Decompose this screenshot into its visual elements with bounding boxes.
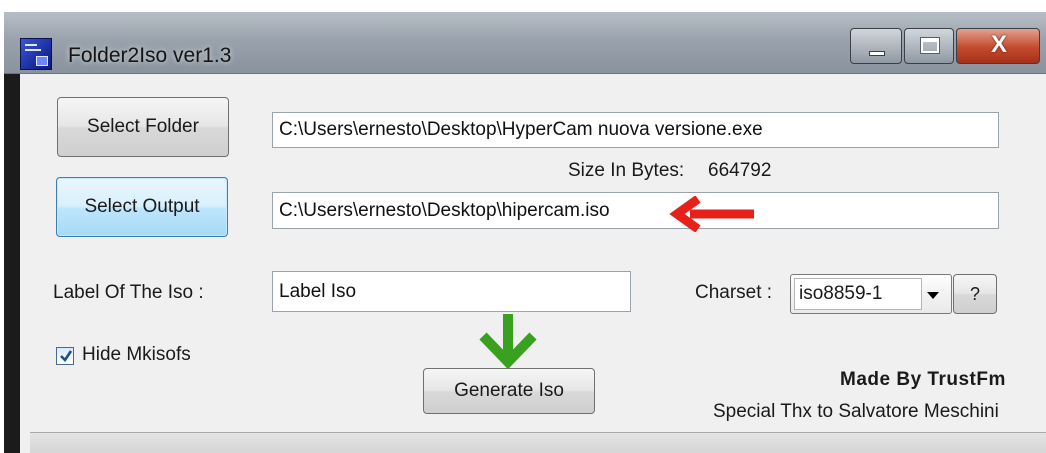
checkmark-icon (60, 350, 73, 363)
output-path-input[interactable]: C:\Users\ernesto\Desktop\hipercam.iso (272, 192, 999, 229)
select-output-label: Select Output (84, 196, 200, 217)
iso-label-caption: Label Of The Iso : (53, 282, 204, 303)
red-arrow-icon (669, 196, 754, 232)
minimize-button[interactable] (850, 28, 902, 64)
help-label: ? (969, 283, 980, 304)
green-arrow-icon (479, 314, 537, 370)
select-output-button[interactable]: Select Output (56, 177, 228, 237)
maximize-icon (921, 38, 939, 53)
folder-path-input[interactable]: C:\Users\ernesto\Desktop\HyperCam nuova … (272, 112, 999, 148)
generate-iso-label: Generate Iso (454, 380, 564, 401)
window-title: Folder2Iso ver1.3 (68, 44, 232, 67)
status-bar (30, 432, 1046, 453)
iso-label-input[interactable]: Label Iso (272, 271, 631, 312)
hide-mkisofs-label: Hide Mkisofs (82, 344, 191, 365)
minimize-icon (869, 51, 885, 56)
size-value: 664792 (708, 160, 772, 181)
charset-caption: Charset : (695, 282, 773, 303)
hide-mkisofs-checkbox[interactable] (56, 347, 74, 365)
select-folder-label: Select Folder (87, 116, 199, 137)
maximize-button[interactable] (904, 28, 954, 64)
close-icon: X (990, 31, 1007, 58)
dialog-body: Select Folder C:\Users\ernesto\Desktop\H… (20, 74, 1046, 453)
title-bar[interactable]: Folder2Iso ver1.3 X (4, 12, 1046, 74)
close-button[interactable]: X (956, 28, 1040, 64)
made-by-credit: Made By TrustFm (840, 369, 1006, 390)
generate-iso-button[interactable]: Generate Iso (423, 368, 595, 414)
charset-help-button[interactable]: ? (953, 274, 997, 314)
dropdown-arrow-icon (927, 292, 939, 299)
charset-select[interactable]: iso8859-1 (790, 274, 952, 314)
outer-background (0, 0, 1046, 12)
size-label: Size In Bytes: (568, 160, 685, 181)
select-folder-button[interactable]: Select Folder (57, 97, 229, 157)
thanks-credit: Special Thx to Salvatore Meschini (713, 401, 999, 422)
app-icon (20, 38, 52, 70)
charset-value: iso8859-1 (794, 278, 922, 310)
